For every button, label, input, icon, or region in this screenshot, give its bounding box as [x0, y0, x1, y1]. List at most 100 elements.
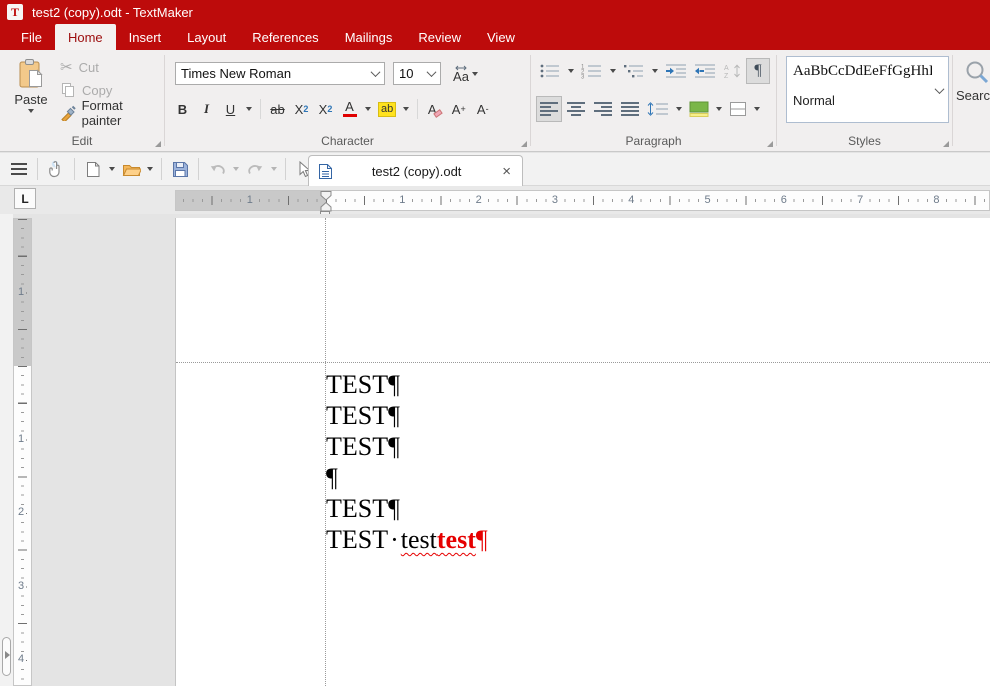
- search-button[interactable]: Search: [956, 59, 990, 103]
- redo-button[interactable]: [242, 156, 268, 182]
- numbered-list-button[interactable]: 123: [578, 58, 606, 84]
- undo-button[interactable]: [204, 156, 230, 182]
- grow-font-button[interactable]: A+: [447, 96, 470, 122]
- doc-line[interactable]: TEST¶: [326, 493, 488, 524]
- open-document-button[interactable]: [118, 156, 144, 182]
- multilevel-list-button[interactable]: [620, 58, 648, 84]
- font-name-combobox[interactable]: Times New Roman: [175, 62, 385, 85]
- doc-line[interactable]: TEST¶: [326, 431, 488, 462]
- text-run-mis: test: [401, 525, 437, 554]
- paragraph-dialog-launcher[interactable]: [767, 141, 773, 147]
- separator: [417, 99, 418, 119]
- highlight-button[interactable]: ab: [375, 96, 399, 122]
- paste-button[interactable]: Paste: [8, 58, 54, 138]
- ribbon: Paste ✂ Cut Copy: [0, 50, 990, 152]
- ruler-number: 6: [779, 194, 789, 206]
- borders-button[interactable]: [726, 96, 750, 122]
- touch-mode-button[interactable]: [43, 156, 69, 182]
- ruler-number: 3: [16, 580, 26, 592]
- bold-button[interactable]: B: [171, 96, 194, 122]
- text-run-markred: ¶: [476, 525, 488, 554]
- edit-dialog-launcher[interactable]: [155, 141, 161, 147]
- italic-button[interactable]: I: [195, 96, 218, 122]
- menu-tab-mailings[interactable]: Mailings: [332, 24, 406, 50]
- doc-line[interactable]: ¶: [326, 462, 488, 493]
- borders-dropdown[interactable]: [751, 96, 763, 122]
- highlight-dropdown[interactable]: [400, 96, 412, 122]
- shading-button[interactable]: [686, 96, 712, 122]
- font-color-button[interactable]: A: [338, 96, 361, 122]
- underline-dropdown[interactable]: [243, 96, 255, 122]
- text-run-plain: TEST: [326, 401, 388, 430]
- hamburger-menu-button[interactable]: [6, 156, 32, 182]
- subscript-button[interactable]: X2: [290, 96, 313, 122]
- bulleted-list-button[interactable]: [536, 58, 564, 84]
- document-tab[interactable]: test2 (copy).odt ×: [308, 155, 523, 186]
- text-run-mark: ¶: [388, 370, 400, 399]
- menu-tab-review[interactable]: Review: [405, 24, 474, 50]
- styles-selector[interactable]: AaBbCcDdEeFfGgHhIiJj Normal: [786, 56, 949, 123]
- doc-line[interactable]: TEST¶: [326, 369, 488, 400]
- shading-dropdown[interactable]: [713, 96, 725, 122]
- line-spacing-button[interactable]: [644, 96, 672, 122]
- dropdown-arrow: [233, 167, 239, 171]
- sort-button[interactable]: AZ: [720, 58, 745, 84]
- format-painter-icon: [60, 105, 76, 121]
- menu-tab-insert[interactable]: Insert: [116, 24, 175, 50]
- indent-markers[interactable]: [319, 191, 333, 212]
- line-spacing-dropdown[interactable]: [673, 96, 685, 122]
- document-tab-close-button[interactable]: ×: [500, 163, 513, 180]
- clear-formatting-button[interactable]: A: [423, 96, 446, 122]
- undo-dropdown[interactable]: [230, 156, 242, 182]
- save-button[interactable]: [167, 156, 193, 182]
- align-center-button[interactable]: [563, 96, 589, 122]
- multilevel-list-dropdown[interactable]: [649, 58, 661, 84]
- format-painter-button[interactable]: Format painter: [60, 103, 164, 123]
- separator: [198, 158, 199, 180]
- menu-tab-file[interactable]: File: [8, 24, 55, 50]
- vertical-ruler[interactable]: 11234: [13, 218, 32, 686]
- align-left-button[interactable]: [536, 96, 562, 122]
- doc-line[interactable]: TEST¶: [326, 400, 488, 431]
- superscript-button[interactable]: X2: [314, 96, 337, 122]
- menu-tab-view[interactable]: View: [474, 24, 528, 50]
- document-text[interactable]: TEST¶TEST¶TEST¶¶TEST¶TEST·testtest¶: [326, 369, 488, 555]
- shrink-font-button[interactable]: A-: [471, 96, 494, 122]
- bulleted-list-dropdown[interactable]: [565, 58, 577, 84]
- menu-tab-references[interactable]: References: [239, 24, 331, 50]
- justify-button[interactable]: [617, 96, 643, 122]
- strikethrough-button[interactable]: ab: [266, 96, 289, 122]
- svg-text:3: 3: [581, 75, 585, 80]
- document-page[interactable]: TEST¶TEST¶TEST¶¶TEST¶TEST·testtest¶: [175, 218, 990, 686]
- change-case-button[interactable]: Aa: [453, 62, 478, 85]
- open-document-dropdown[interactable]: [144, 156, 156, 182]
- font-color-dropdown[interactable]: [362, 96, 374, 122]
- new-document-button[interactable]: [80, 156, 106, 182]
- new-document-dropdown[interactable]: [106, 156, 118, 182]
- ribbon-group-paragraph: 123: [531, 50, 776, 150]
- decrease-indent-button[interactable]: [691, 58, 719, 84]
- doc-line[interactable]: TEST·testtest¶: [326, 524, 488, 555]
- edit-column: ✂ Cut Copy Format painter: [60, 57, 164, 123]
- style-preview-text: AaBbCcDdEeFfGgHhIiJj: [793, 63, 932, 80]
- menu-tab-layout[interactable]: Layout: [174, 24, 239, 50]
- numbered-list-dropdown[interactable]: [607, 58, 619, 84]
- cut-button[interactable]: ✂ Cut: [60, 57, 164, 77]
- formatting-marks-button[interactable]: ¶: [746, 58, 770, 84]
- styles-dialog-launcher[interactable]: [943, 141, 949, 147]
- new-document-icon: [86, 161, 100, 178]
- redo-dropdown[interactable]: [268, 156, 280, 182]
- ruler-number: 8: [931, 194, 941, 206]
- font-size-combobox[interactable]: 10: [393, 62, 441, 85]
- tab-stop-selector[interactable]: L: [14, 188, 36, 209]
- increase-indent-button[interactable]: [662, 58, 690, 84]
- sidebar-toggle[interactable]: [2, 637, 11, 676]
- menu-tab-home[interactable]: Home: [55, 24, 116, 50]
- paste-dropdown-arrow: [28, 109, 34, 113]
- underline-button[interactable]: U: [219, 96, 242, 122]
- copy-button[interactable]: Copy: [60, 80, 164, 100]
- align-right-button[interactable]: [590, 96, 616, 122]
- text-run-dot: ·: [388, 525, 401, 554]
- character-dialog-launcher[interactable]: [521, 141, 527, 147]
- horizontal-ruler[interactable]: 112345678: [175, 190, 990, 211]
